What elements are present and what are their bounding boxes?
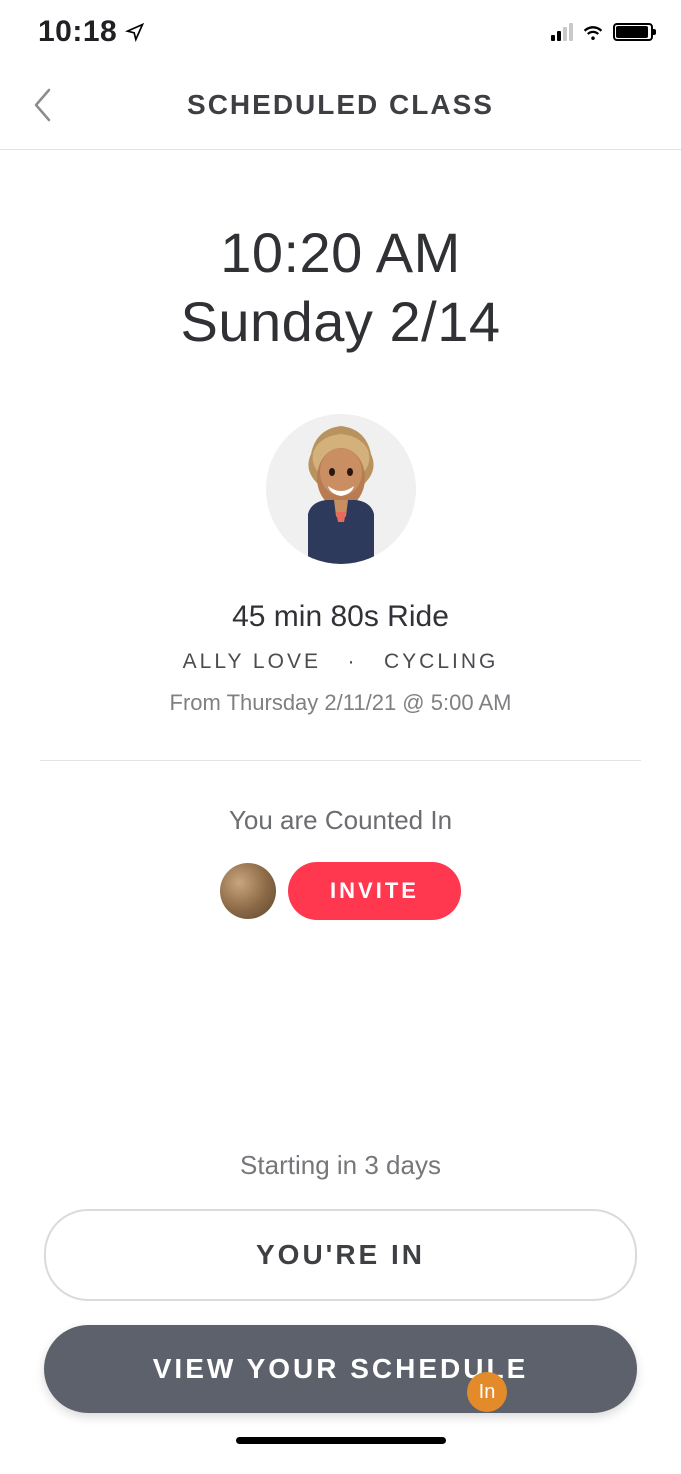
class-date: Sunday 2/14 <box>181 289 501 354</box>
location-icon <box>125 22 145 42</box>
badge-icon: In <box>467 1372 507 1412</box>
starting-in-label: Starting in 3 days <box>44 1150 637 1181</box>
instructor-avatar <box>266 414 416 564</box>
counted-in-label: You are Counted In <box>229 805 452 836</box>
user-avatar[interactable] <box>220 863 276 919</box>
chevron-left-icon <box>31 87 53 123</box>
cellular-signal-icon <box>551 23 573 41</box>
class-time: 10:20 AM <box>181 220 501 285</box>
battery-icon <box>613 23 653 41</box>
instructor-name: ALLY LOVE <box>183 650 321 673</box>
youre-in-button[interactable]: YOU'RE IN <box>44 1209 637 1301</box>
class-meta: ALLY LOVE · CYCLING <box>170 650 512 674</box>
invite-button[interactable]: INVITE <box>288 862 461 920</box>
back-button[interactable] <box>22 85 62 125</box>
status-time: 10:18 <box>38 15 117 49</box>
class-title: 45 min 80s Ride <box>170 600 512 634</box>
nav-header: SCHEDULED CLASS <box>0 60 681 150</box>
divider <box>40 760 641 761</box>
class-category: CYCLING <box>384 650 498 673</box>
view-schedule-button[interactable]: VIEW YOUR SCHEDULE <box>44 1325 637 1413</box>
wifi-icon <box>581 20 605 44</box>
home-indicator[interactable] <box>236 1437 446 1444</box>
meta-separator: · <box>347 650 357 673</box>
page-title: SCHEDULED CLASS <box>0 89 681 121</box>
status-bar: 10:18 <box>0 0 681 60</box>
class-origin: From Thursday 2/11/21 @ 5:00 AM <box>170 690 512 716</box>
